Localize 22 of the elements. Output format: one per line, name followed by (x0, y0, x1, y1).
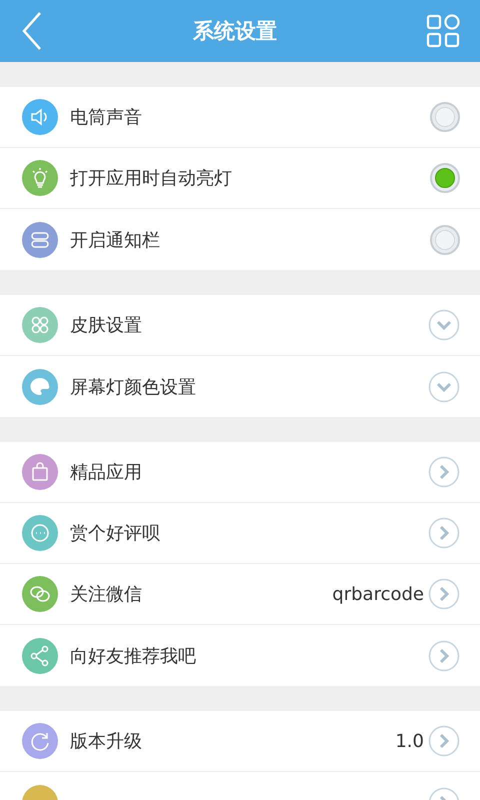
settings-row[interactable]: 关注微信 qrbarcode (0, 564, 480, 625)
settings-row[interactable]: 皮肤设置 (0, 295, 480, 356)
row-value: qrbarcode (332, 584, 424, 604)
row-label: 向好友推荐我吧 (70, 644, 196, 668)
settings-row[interactable]: 打开应用时自动亮灯 (0, 148, 480, 209)
row-label: 精品应用 (70, 461, 142, 484)
row-label: 赏个好评呗 (70, 522, 160, 545)
row-value: 1.0 (395, 730, 424, 752)
row-label: 版本升级 (70, 730, 142, 753)
page-title: 系统设置 (192, 18, 278, 45)
row-label: 屏幕灯颜色设置 (70, 376, 196, 398)
row-label: 开启通知栏 (70, 228, 160, 252)
settings-row[interactable]: 电筒声音 (0, 87, 480, 148)
settings-row[interactable]: 向好友推荐我吧 (0, 625, 480, 686)
row-label: 皮肤设置 (70, 314, 142, 337)
row-label: 电筒声音 (70, 106, 142, 129)
settings-row[interactable]: 开启通知栏 (0, 209, 480, 270)
row-label: 打开应用时自动亮灯 (70, 167, 232, 190)
settings-row[interactable]: 精品应用 (0, 442, 480, 503)
settings-row[interactable]: 赏个好评呗 (0, 503, 480, 564)
row-label: 关注微信 (70, 583, 142, 606)
settings-row[interactable]: 屏幕灯颜色设置 (0, 356, 480, 417)
